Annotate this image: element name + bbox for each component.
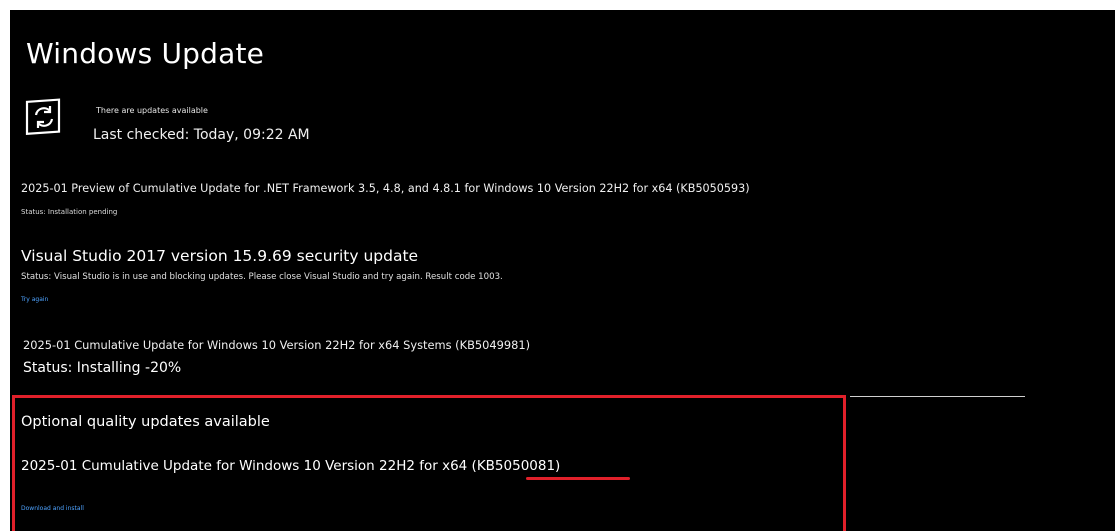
optional-updates-heading: Optional quality updates available — [21, 414, 270, 430]
sync-icon — [25, 98, 63, 136]
update-item-status: Status: Visual Studio is in use and bloc… — [21, 272, 503, 282]
update-item-status: Status: Installing -20% — [23, 360, 182, 376]
updates-available-message: There are updates available — [96, 106, 208, 115]
update-item-title: Visual Studio 2017 version 15.9.69 secur… — [21, 247, 419, 265]
download-and-install-link[interactable]: Download and install — [21, 505, 84, 512]
section-divider — [850, 396, 1025, 397]
try-again-link[interactable]: Try again — [21, 296, 48, 303]
windows-update-window: Windows Update There are updates availab… — [10, 10, 1115, 531]
kb-number-underline — [526, 477, 630, 480]
page-title: Windows Update — [26, 37, 265, 70]
last-checked-text: Last checked: Today, 09:22 AM — [93, 127, 310, 143]
update-item-title: 2025-01 Cumulative Update for Windows 10… — [23, 338, 531, 352]
update-item-status: Status: Installation pending — [21, 208, 118, 216]
optional-update-title: 2025-01 Cumulative Update for Windows 10… — [21, 458, 561, 474]
update-item-title: 2025-01 Preview of Cumulative Update for… — [21, 182, 750, 195]
